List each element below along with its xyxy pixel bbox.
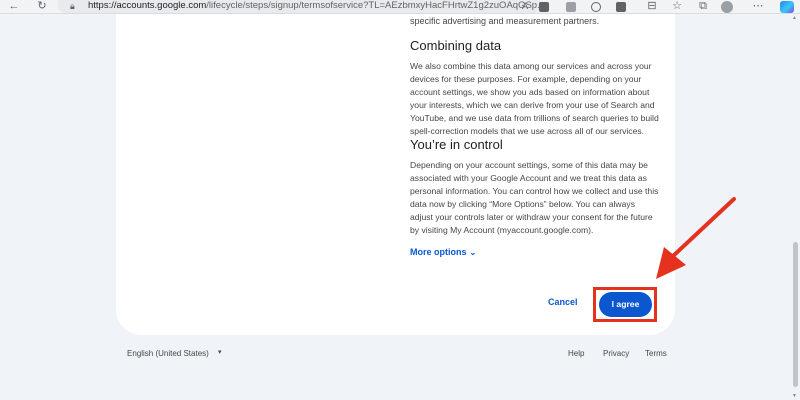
scrollbar-thumb[interactable] <box>793 242 798 387</box>
terms-link[interactable]: Terms <box>645 349 667 358</box>
language-selector[interactable]: English (United States) <box>127 349 209 358</box>
url-host: https://accounts.google.com <box>88 0 207 11</box>
paragraph-line: devices for these purposes. For example,… <box>410 73 642 84</box>
favorites-icon[interactable]: ☆ <box>670 0 684 13</box>
scroll-down-icon[interactable]: ▼ <box>792 393 797 399</box>
youre-in-control-heading: You’re in control <box>410 137 503 152</box>
shield-extension-icon[interactable] <box>539 2 549 12</box>
read-aloud-icon[interactable]: A <box>522 0 528 12</box>
browser-toolbar: ← ↻ 🔒︎ https://accounts.google.com/lifec… <box>0 0 800 14</box>
paragraph-line: adjust your controls later or withdraw y… <box>410 211 653 222</box>
paragraph-line: YouTube, and we use data from trillions … <box>410 112 659 123</box>
page-footer: English (United States) ▾ Help Privacy T… <box>116 349 675 361</box>
image-extension-icon[interactable] <box>566 2 576 12</box>
more-options-label: More options <box>410 247 467 257</box>
paragraph-line: account settings, we show you ads based … <box>410 86 650 97</box>
lock-icon[interactable]: 🔒︎ <box>70 0 75 12</box>
paragraph-line: your interests, which we can derive from… <box>410 99 655 110</box>
paragraph-line: data now by clicking “More Options” belo… <box>410 198 635 209</box>
top-text: specific advertising and measurement par… <box>410 16 600 26</box>
split-screen-icon[interactable]: ⊟ <box>645 0 659 13</box>
page-scrollbar[interactable]: ▲ ▼ <box>791 14 800 400</box>
chevron-down-icon: ⌄ <box>469 248 477 257</box>
more-options-button[interactable]: More options ⌄ <box>410 247 476 257</box>
scroll-up-icon[interactable]: ▲ <box>792 15 797 21</box>
paragraph-line: associated with your Google Account and … <box>410 172 647 183</box>
dropdown-caret-icon[interactable]: ▾ <box>218 348 222 356</box>
copilot-icon[interactable] <box>780 1 794 13</box>
i-agree-button[interactable]: I agree <box>599 292 652 317</box>
combining-data-paragraph: We also combine this data among our serv… <box>410 60 672 137</box>
chrome-extension-icon[interactable] <box>616 2 626 12</box>
profile-icon[interactable] <box>721 1 733 13</box>
more-menu-icon[interactable]: ⋯ <box>751 0 765 13</box>
extensions-icon[interactable]: ⧉ <box>696 0 710 13</box>
reload-icon[interactable]: ↻ <box>35 0 49 13</box>
help-link[interactable]: Help <box>568 349 584 358</box>
loop-extension-icon[interactable] <box>591 2 601 12</box>
youre-in-control-paragraph: Depending on your account settings, some… <box>410 159 672 236</box>
paragraph-line: Depending on your account settings, some… <box>410 160 648 170</box>
annotation-arrow-icon <box>656 197 736 279</box>
combining-data-heading: Combining data <box>410 38 502 53</box>
paragraph-line: We also combine this data among our serv… <box>410 61 652 71</box>
paragraph-line: personal information. You can control ho… <box>410 185 659 196</box>
paragraph-line: by visiting My Account (myaccount.google… <box>410 224 594 235</box>
url-path: /lifecycle/steps/signup/termsofservice?T… <box>206 0 540 11</box>
terms-card: specific advertising and measurement par… <box>116 14 675 335</box>
back-icon[interactable]: ← <box>7 0 21 13</box>
cancel-button[interactable]: Cancel <box>548 297 578 307</box>
address-bar[interactable]: 🔒︎ https://accounts.google.com/lifecycle… <box>58 0 540 13</box>
privacy-link[interactable]: Privacy <box>603 349 629 358</box>
paragraph-line: spell-correction models that we use acro… <box>410 125 645 136</box>
